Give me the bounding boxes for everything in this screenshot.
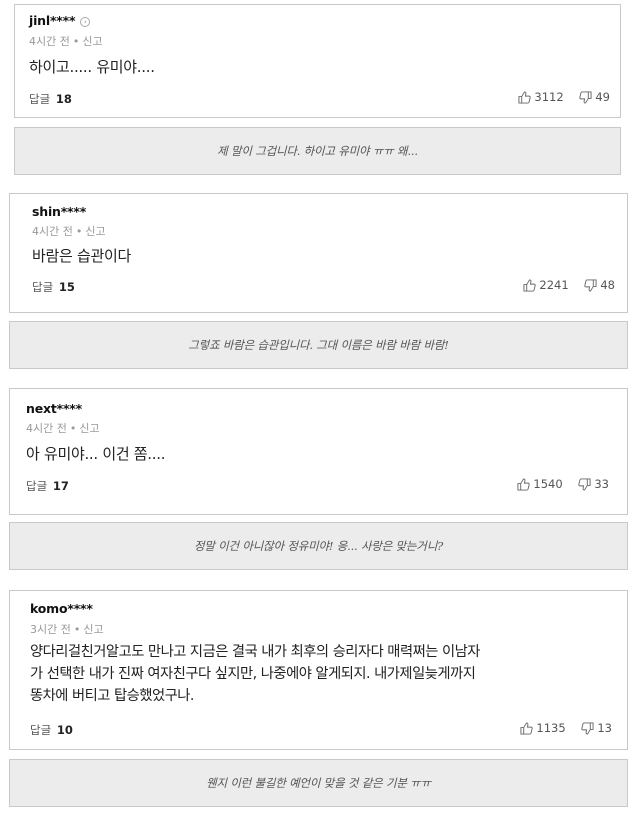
like-count: 1135 xyxy=(536,721,566,735)
dislike-button[interactable]: 49 xyxy=(579,90,610,104)
comment-text: 바람은 습관이다 xyxy=(32,247,131,265)
comment-card: komo**** 3시간 전 • 신고 양다리걸친거알고도 만나고 지금은 결국 내… xyxy=(9,590,628,750)
report-link[interactable]: 신고 xyxy=(82,35,102,48)
reply-count: 15 xyxy=(58,280,75,294)
reply-button[interactable]: 답글 10 xyxy=(30,722,73,738)
comment-meta: 4시간 전 • 신고 xyxy=(29,35,103,48)
thumbs-down-icon xyxy=(581,721,594,735)
reply-label: 답글 xyxy=(32,280,54,294)
reply-button[interactable]: 답글 18 xyxy=(29,91,72,107)
report-link[interactable]: 신고 xyxy=(79,422,99,435)
thumbs-down-icon xyxy=(579,90,592,104)
reply-count: 18 xyxy=(55,92,72,106)
comment-author[interactable]: next**** xyxy=(26,401,82,416)
comment-text: 아 유미야... 이건 쫌.... xyxy=(26,445,166,463)
comment-author[interactable]: shin**** xyxy=(32,204,86,219)
like-button[interactable]: 3112 xyxy=(518,90,564,104)
thumbs-down-icon xyxy=(584,278,597,292)
comment-text-line: 똥차에 버티고 탑승했었구나. xyxy=(30,688,194,704)
comment-card: next**** 4시간 전 • 신고 아 유미야... 이건 쫌.... 답글 1… xyxy=(9,388,628,515)
thumbs-up-icon xyxy=(517,477,531,491)
comment-author[interactable]: komo**** xyxy=(30,601,93,616)
comment-meta: 3시간 전 • 신고 xyxy=(30,623,104,636)
dislike-count: 13 xyxy=(597,721,612,735)
thumbs-up-icon xyxy=(520,721,534,735)
thumbs-up-icon xyxy=(523,278,537,292)
comment-text: 하이고..... 유미야.... xyxy=(29,58,155,76)
comment-card: shin**** 4시간 전 • 신고 바람은 습관이다 답글 15 2241 48 xyxy=(9,193,628,313)
thumbs-down-icon xyxy=(578,477,591,491)
reply-label: 답글 xyxy=(26,479,48,493)
vote-bar: 3112 49 xyxy=(518,90,610,107)
comment-text-line: 양다리걸친거알고도 만나고 지금은 결국 내가 최후의 승리자다 매력쩌는 이남… xyxy=(30,644,480,660)
thumbs-up-icon xyxy=(518,90,532,104)
like-button[interactable]: 2241 xyxy=(523,278,569,292)
comment-time: 3시간 전 xyxy=(30,623,71,636)
editor-caption: 그렇죠 바람은 습관입니다. 그대 이름은 바람 바람 바람! xyxy=(9,321,628,369)
dislike-button[interactable]: 33 xyxy=(578,477,609,491)
comment-author[interactable]: jinl**** › xyxy=(29,13,91,28)
editor-caption: 정말 이건 아니잖아 정유미야! 응... 사랑은 맞는거니? xyxy=(9,522,628,570)
vote-bar: 1540 33 xyxy=(517,477,609,494)
comment-time: 4시간 전 xyxy=(29,35,70,48)
comment-time: 4시간 전 xyxy=(32,225,73,238)
dislike-count: 49 xyxy=(595,90,610,104)
like-button[interactable]: 1135 xyxy=(520,721,566,735)
username[interactable]: komo**** xyxy=(30,601,93,616)
reply-count: 10 xyxy=(56,723,73,737)
reply-count: 17 xyxy=(52,479,69,493)
report-link[interactable]: 신고 xyxy=(83,623,103,636)
dislike-count: 33 xyxy=(594,477,609,491)
like-count: 1540 xyxy=(533,477,563,491)
reply-button[interactable]: 답글 17 xyxy=(26,478,69,494)
dislike-count: 48 xyxy=(600,278,615,292)
comment-text: 양다리걸친거알고도 만나고 지금은 결국 내가 최후의 승리자다 매력쩌는 이남… xyxy=(30,641,625,707)
comment-time: 4시간 전 xyxy=(26,422,67,435)
reply-label: 답글 xyxy=(30,723,52,737)
comment-meta: 4시간 전 • 신고 xyxy=(32,225,106,238)
username[interactable]: next**** xyxy=(26,401,82,416)
editor-caption: 제 말이 그겁니다. 하이고 유미야 ㅠㅠ 왜... xyxy=(14,127,621,175)
report-link[interactable]: 신고 xyxy=(85,225,105,238)
vote-bar: 1135 13 xyxy=(520,721,612,738)
comment-card: jinl**** › 4시간 전 • 신고 하이고..... 유미야.... 답글 1… xyxy=(14,4,621,118)
vote-bar: 2241 48 xyxy=(523,278,615,295)
reply-button[interactable]: 답글 15 xyxy=(32,279,75,295)
comment-text-line: 가 선택한 내가 진짜 여자친구다 싶지만, 나중에야 알게되지. 내가제일늦게… xyxy=(30,666,476,682)
username[interactable]: shin**** xyxy=(32,204,86,219)
like-button[interactable]: 1540 xyxy=(517,477,563,491)
comment-meta: 4시간 전 • 신고 xyxy=(26,422,100,435)
dislike-button[interactable]: 48 xyxy=(584,278,615,292)
dislike-button[interactable]: 13 xyxy=(581,721,612,735)
reply-label: 답글 xyxy=(29,92,51,106)
username[interactable]: jinl**** xyxy=(29,13,76,28)
chevron-right-circle-icon[interactable]: › xyxy=(80,17,91,27)
like-count: 2241 xyxy=(539,278,569,292)
editor-caption: 웬지 이런 불길한 예언이 맞을 것 같은 기분 ㅠㅠ xyxy=(9,759,628,807)
like-count: 3112 xyxy=(534,90,564,104)
